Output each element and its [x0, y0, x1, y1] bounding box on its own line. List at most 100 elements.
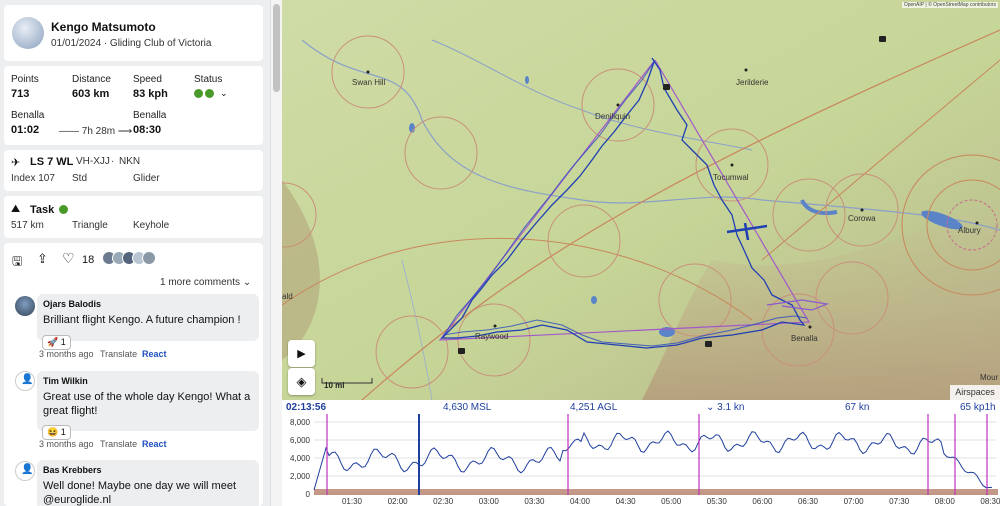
- town-label: Albury: [958, 226, 981, 235]
- photo-icon: [663, 84, 670, 90]
- task-zone: Keyhole: [133, 220, 170, 231]
- terrain-profile: [314, 489, 998, 495]
- town-label: ald: [282, 292, 293, 301]
- rocket-icon: 🚀: [47, 337, 59, 347]
- x-tick-label: 01:30: [342, 497, 363, 506]
- aircraft-card: ✈ LS 7 WL VH-XJJ · NKN Index 107 Std Gli…: [4, 150, 263, 191]
- barogram-panel[interactable]: 02:13:56 4,630 MSL 4,251 AGL ⌄ 3.1 kn 67…: [282, 400, 1000, 506]
- layers-button[interactable]: ◈: [288, 368, 315, 395]
- chevron-down-icon: ⌄: [242, 277, 252, 288]
- task-shape: Triangle: [72, 220, 108, 231]
- liker-avatars[interactable]: [102, 251, 156, 265]
- commenter-avatar[interactable]: 👤: [15, 371, 35, 391]
- comment-author[interactable]: Bas Krebbers: [43, 465, 102, 475]
- share-icon[interactable]: ⇪: [37, 251, 48, 267]
- glider-class: Std: [72, 173, 88, 184]
- like-heart-icon[interactable]: ♡: [62, 250, 75, 267]
- x-tick-label: 05:30: [707, 497, 728, 506]
- y-tick-label: 6,000: [290, 436, 311, 445]
- distance-label: Distance: [72, 74, 111, 85]
- flight-map[interactable]: Swan Hill Deniliquin Jerilderie Tocumwal…: [282, 0, 1000, 400]
- pilot-name[interactable]: Kengo Matsumoto: [51, 20, 156, 34]
- translate-link[interactable]: Translate: [100, 439, 137, 449]
- x-tick-label: 02:00: [388, 497, 409, 506]
- status-dot-icon: [194, 89, 203, 98]
- commenter-avatar[interactable]: 👤: [15, 461, 35, 481]
- x-tick-label: 03:30: [524, 497, 545, 506]
- start-time: 01:02: [11, 124, 40, 136]
- glider-icon: ✈: [11, 157, 21, 169]
- stats-card: Points 713 Distance 603 km Speed 83 kph …: [4, 66, 263, 145]
- town-dot: [616, 103, 620, 107]
- react-link[interactable]: React: [142, 349, 167, 359]
- sidebar-scrollbar[interactable]: [270, 0, 282, 506]
- more-comments-link[interactable]: 1 more comments ⌄: [160, 277, 251, 288]
- x-tick-label: 04:30: [616, 497, 637, 506]
- task-status-dot-icon: [59, 205, 68, 214]
- x-tick-label: 06:00: [752, 497, 773, 506]
- task-card[interactable]: ⛰ Task 517 km Triangle Keyhole: [4, 196, 263, 238]
- town-label: Swan Hill: [352, 78, 386, 87]
- aircraft-type: LS 7 WL: [30, 156, 74, 168]
- pilot-card: Kengo Matsumoto 01/01/2024 · Gliding Clu…: [4, 5, 263, 61]
- photo-icon: [458, 348, 465, 354]
- map-attribution[interactable]: OpenAIP | © OpenStreetMap contributors: [901, 2, 998, 8]
- y-tick-label: 2,000: [290, 472, 311, 481]
- commenter-avatar[interactable]: [15, 296, 35, 316]
- scrollbar-thumb[interactable]: [273, 4, 280, 92]
- map-canvas: [282, 0, 1000, 400]
- photo-icon: [879, 36, 886, 42]
- town-dot: [975, 221, 979, 225]
- town-dot: [860, 208, 864, 212]
- speed-label: Speed: [133, 74, 162, 85]
- flight-sidebar: Kengo Matsumoto 01/01/2024 · Gliding Clu…: [0, 0, 270, 506]
- x-tick-label: 04:00: [570, 497, 591, 506]
- town-label: Jerilderie: [736, 78, 769, 87]
- comment-age: 3 months ago: [39, 439, 94, 449]
- end-time: 08:30: [133, 124, 162, 136]
- task-distance: 517 km: [11, 220, 44, 231]
- town-dot: [808, 325, 812, 329]
- aircraft-rego: VH-XJJ: [76, 156, 110, 167]
- reaction-chip[interactable]: 😆 1: [42, 422, 71, 440]
- x-tick-label: 03:00: [479, 497, 500, 506]
- barogram-chart[interactable]: 8,000 6,000 4,000 2,000 0 01:30 02:00 02:30 03:…: [282, 400, 1000, 506]
- play-replay-button[interactable]: ▶: [288, 340, 315, 367]
- town-label: Deniliquin: [595, 112, 631, 121]
- end-airfield: Benalla: [133, 110, 167, 121]
- airspaces-toggle[interactable]: Airspaces: [950, 385, 1000, 400]
- status-label: Status: [194, 74, 223, 85]
- comment-text: Brilliant flight Kengo. A future champio…: [43, 314, 241, 326]
- comment-bubble: Bas Krebbers Well done! Maybe one day we…: [37, 460, 259, 506]
- react-link[interactable]: React: [142, 439, 167, 449]
- start-airfield: Benalla: [11, 110, 45, 121]
- comment-author[interactable]: Ojars Balodis: [43, 299, 101, 309]
- layers-icon: ◈: [296, 373, 307, 389]
- status-indicator[interactable]: ⌄: [194, 88, 228, 99]
- town-dot: [730, 163, 734, 167]
- comment-author[interactable]: Tim Wilkin: [43, 376, 88, 386]
- x-tick-label: 06:30: [798, 497, 819, 506]
- user-placeholder-icon: 👤: [21, 374, 34, 385]
- scale-label: 10 mi: [324, 381, 345, 390]
- competition-id: NKN: [119, 156, 141, 167]
- town-label: Tocumwal: [713, 173, 749, 182]
- comment-text: Well done! Maybe one day we will meet @e…: [43, 480, 237, 506]
- x-tick-label: 08:00: [935, 497, 956, 506]
- photo-icon: [705, 341, 712, 347]
- comment-age: 3 months ago: [39, 349, 94, 359]
- reaction-chip[interactable]: 🚀 1: [42, 332, 71, 350]
- pilot-avatar[interactable]: [12, 17, 44, 49]
- town-label: Corowa: [848, 214, 876, 223]
- distance-value: 603 km: [72, 88, 110, 100]
- town-label: Mour: [980, 373, 999, 382]
- lake-blob: [525, 76, 529, 84]
- separator-dot: ·: [111, 156, 115, 167]
- chevron-down-icon[interactable]: ⌄: [220, 88, 228, 99]
- save-icon[interactable]: 🖫: [12, 252, 22, 273]
- translate-link[interactable]: Translate: [100, 349, 137, 359]
- grin-icon: 😆: [47, 427, 59, 437]
- y-tick-label: 4,000: [290, 454, 311, 463]
- handicap-index: Index 107: [11, 173, 55, 184]
- x-tick-label: 08:30: [980, 497, 1000, 506]
